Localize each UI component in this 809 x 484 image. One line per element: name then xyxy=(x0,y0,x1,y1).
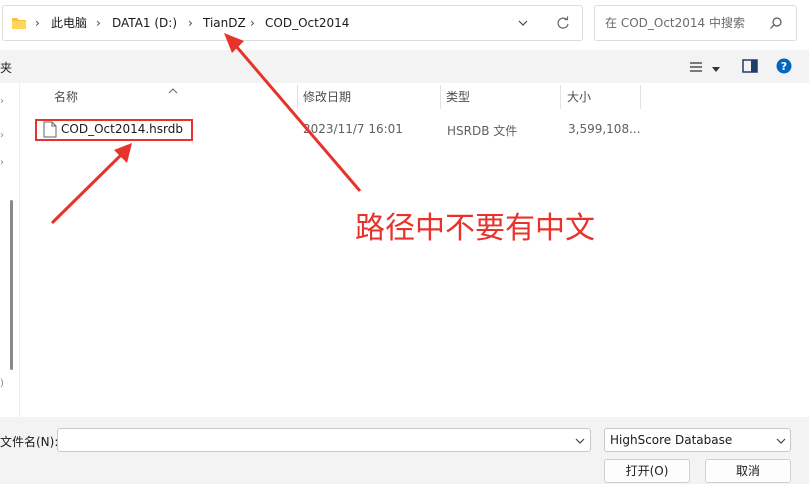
cancel-button[interactable]: 取消 xyxy=(705,459,791,483)
filetype-select[interactable]: HighScore Database xyxy=(604,428,791,452)
open-button[interactable]: 打开(O) xyxy=(604,459,690,483)
filename-dropdown-icon[interactable] xyxy=(574,435,586,449)
annotation-arrow-to-path xyxy=(224,33,362,192)
filename-input[interactable] xyxy=(57,428,591,452)
annotation-arrow-to-file xyxy=(50,143,132,225)
filetype-value: HighScore Database xyxy=(610,433,733,447)
dialog-footer: 文件名(N): HighScore Database 打开(O) 取消 xyxy=(0,417,809,484)
annotation-text: 路径中不要有中文 xyxy=(355,211,595,246)
filename-label: 文件名(N): xyxy=(0,435,59,449)
filetype-dropdown-icon[interactable] xyxy=(775,435,787,449)
